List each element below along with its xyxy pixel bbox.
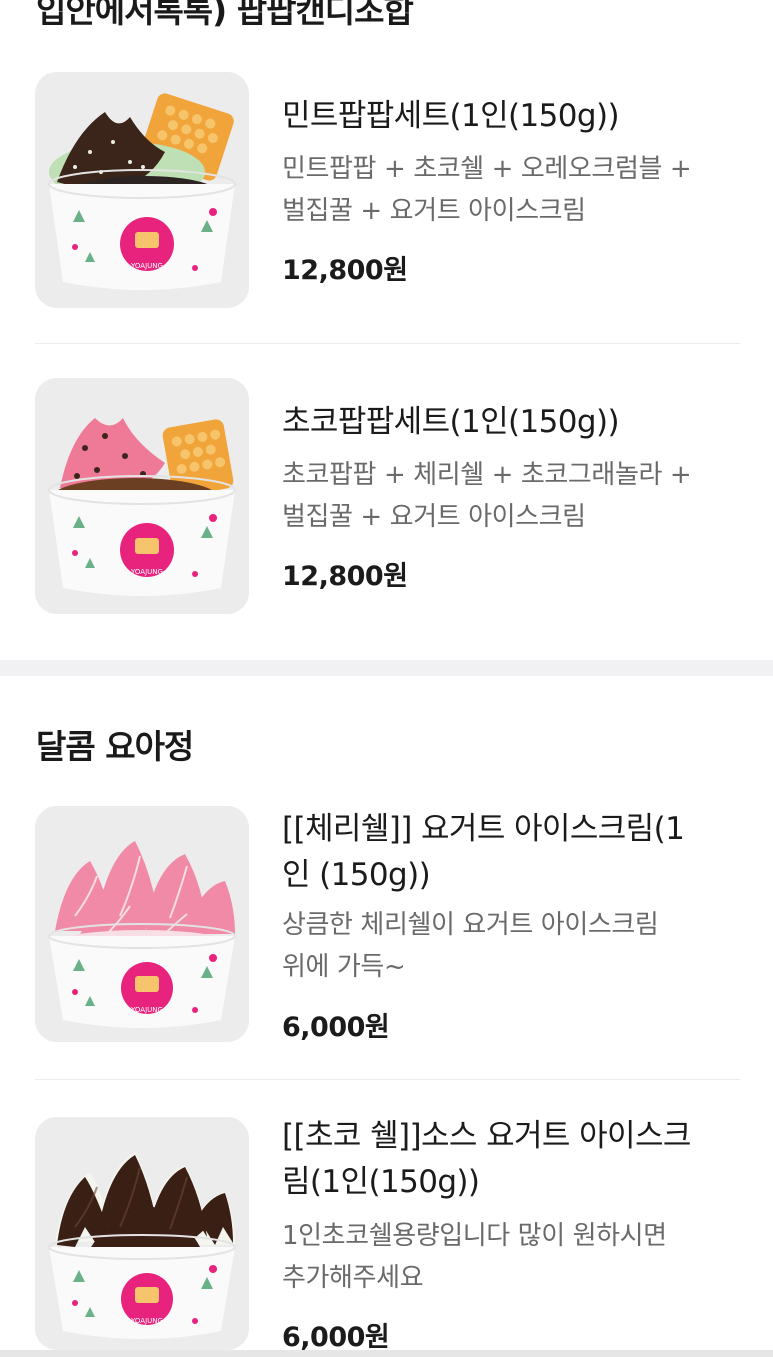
description-line: 위에 가득~: [282, 952, 406, 982]
menu-item-description: 상큼한 체리쉘이 요거트 아이스크림 위에 가득~: [282, 904, 752, 988]
menu-item-cherry-shell-yogurt[interactable]: YOAJUNG [[체리쉘]] 요거트 아이스크림(1 인 (150g)) 상큼…: [0, 776, 773, 1080]
menu-item-description: 1인초코쉘용량입니다 많이 원하시면 추가해주세요: [282, 1215, 752, 1299]
menu-item-image: YOAJUNG: [35, 72, 249, 308]
menu-item-price: 6,000원: [282, 1322, 390, 1353]
menu-item-image: YOAJUNG: [35, 1117, 249, 1350]
menu-item-price: 12,800원: [282, 561, 408, 592]
bottom-bar: [0, 1350, 773, 1357]
menu-item-choco-shell-yogurt[interactable]: YOAJUNG [[초코 쉘]]소스 요거트 아이스크 림(1인(150g)) …: [0, 1080, 773, 1353]
menu-item-choco-popping-set[interactable]: YOAJUNG 초코팝팝세트(1인(150g)) 초코팝팝 + 체리쉘 + 초코…: [0, 344, 773, 660]
name-line: [[체리쉘]] 요거트 아이스크림(1: [282, 811, 685, 847]
menu-item-mint-popping-set[interactable]: YOAJUNG 민트팝팝세트(1인(150g)) 민트팝팝 + 초코쉘 + 오레…: [0, 0, 773, 340]
description-line: 상큼한 체리쉘이 요거트 아이스크림: [282, 910, 659, 940]
menu-item-description: 초코팝팝 + 체리쉘 + 초코그래놀라 + 벌집꿀 + 요거트 아이스크림: [282, 454, 752, 538]
name-line: 인 (150g)): [282, 857, 431, 893]
menu-item-name: [[초코 쉘]]소스 요거트 아이스크 림(1인(150g)): [282, 1113, 742, 1205]
svg-text:YOAJUNG: YOAJUNG: [130, 568, 163, 576]
description-line: 벌집꿀 + 요거트 아이스크림: [282, 502, 586, 532]
section-sweet-yoajung: 달콤 요아정 YOAJUNG [[체리쉘]] 요거트 아이스크림(1 인 (15…: [0, 676, 773, 1353]
svg-text:YOAJUNG: YOAJUNG: [130, 262, 163, 270]
description-line: 벌집꿀 + 요거트 아이스크림: [282, 196, 586, 226]
name-line: 림(1인(150g)): [282, 1164, 480, 1200]
menu-item-description: 민트팝팝 + 초코쉘 + 오레오크럼블 + 벌집꿀 + 요거트 아이스크림: [282, 148, 752, 232]
menu-item-price: 6,000원: [282, 1012, 390, 1043]
description-line: 추가해주세요: [282, 1263, 424, 1293]
section-separator: [0, 660, 773, 676]
menu-item-name: 민트팝팝세트(1인(150g)): [282, 98, 620, 134]
svg-text:YOAJUNG: YOAJUNG: [130, 1317, 163, 1325]
menu-item-price: 12,800원: [282, 255, 408, 286]
name-line: [[초코 쉘]]소스 요거트 아이스크: [282, 1118, 691, 1154]
menu-item-name: 초코팝팝세트(1인(150g)): [282, 404, 620, 440]
menu-item-image: YOAJUNG: [35, 806, 249, 1042]
section-title: 달콤 요아정: [36, 727, 194, 766]
menu-item-image: YOAJUNG: [35, 378, 249, 614]
description-line: 민트팝팝 + 초코쉘 + 오레오크럼블 +: [282, 154, 692, 184]
description-line: 1인초코쉘용량입니다 많이 원하시면: [282, 1221, 667, 1251]
menu-item-name: [[체리쉘]] 요거트 아이스크림(1 인 (150g)): [282, 806, 742, 898]
section-popping-candy: 입안에서톡톡) 팝팝캔디조합 YOAJUNG 민트팝팝세트(1인(150g)) …: [0, 0, 773, 660]
description-line: 초코팝팝 + 체리쉘 + 초코그래놀라 +: [282, 460, 692, 490]
svg-text:YOAJUNG: YOAJUNG: [130, 1006, 163, 1014]
